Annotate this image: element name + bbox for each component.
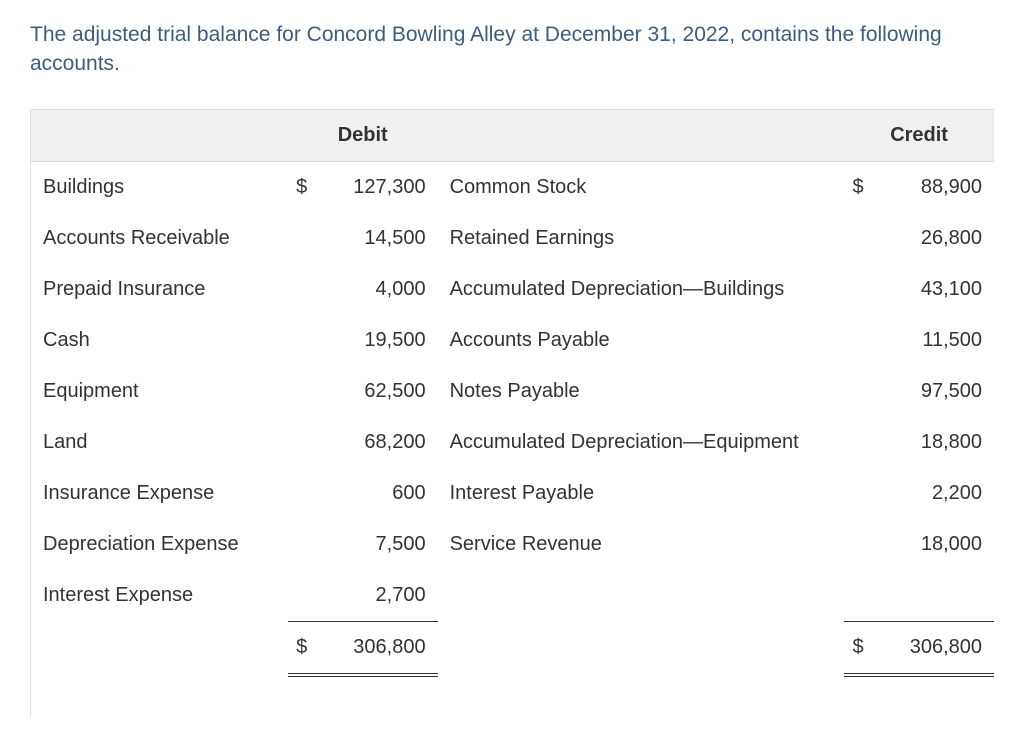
table-row: Insurance Expense 600 Interest Payable 2… [31,468,994,519]
credit-currency [844,213,865,264]
trial-balance-table-wrap: Debit Credit Buildings $ 127,300 Common … [30,109,994,717]
credit-account: Retained Earnings [438,213,845,264]
table-row: Land 68,200 Accumulated Depreciation—Equ… [31,417,994,468]
header-row: Debit Credit [31,109,994,161]
table-row: Prepaid Insurance 4,000 Accumulated Depr… [31,264,994,315]
debit-currency [288,519,309,570]
debit-account: Prepaid Insurance [31,264,288,315]
table-row: Equipment 62,500 Notes Payable 97,500 [31,366,994,417]
debit-account: Equipment [31,366,288,417]
credit-account: Interest Payable [438,468,845,519]
credit-account: Accumulated Depreciation—Equipment [438,417,845,468]
totals-blank-2 [438,621,845,675]
credit-currency [844,519,865,570]
debit-account: Insurance Expense [31,468,288,519]
table-row: Cash 19,500 Accounts Payable 11,500 [31,315,994,366]
credit-total-currency: $ [844,621,865,675]
debit-amount: 19,500 [309,315,437,366]
debit-account: Accounts Receivable [31,213,288,264]
credit-account: Notes Payable [438,366,845,417]
totals-row: $ 306,800 $ 306,800 [31,621,994,675]
table-row: Interest Expense 2,700 [31,570,994,622]
debit-amount: 14,500 [309,213,437,264]
credit-currency [844,417,865,468]
credit-currency [844,264,865,315]
debit-amount: 62,500 [309,366,437,417]
debit-currency [288,366,309,417]
table-row: Depreciation Expense 7,500 Service Reven… [31,519,994,570]
table-row: Buildings $ 127,300 Common Stock $ 88,90… [31,161,994,213]
debit-account: Depreciation Expense [31,519,288,570]
credit-currency [844,366,865,417]
debit-total-currency: $ [288,621,309,675]
debit-account: Interest Expense [31,570,288,622]
debit-total-amount: 306,800 [309,621,437,675]
header-debit: Debit [288,109,438,161]
credit-amount [866,570,994,622]
header-blank-2 [438,109,845,161]
debit-account: Buildings [31,161,288,213]
credit-amount: 43,100 [866,264,994,315]
debit-amount: 7,500 [309,519,437,570]
debit-account: Cash [31,315,288,366]
totals-blank [31,621,288,675]
debit-currency [288,570,309,622]
credit-total-amount: 306,800 [866,621,994,675]
debit-currency [288,417,309,468]
debit-amount: 2,700 [309,570,437,622]
table-row: Accounts Receivable 14,500 Retained Earn… [31,213,994,264]
credit-account: Service Revenue [438,519,845,570]
credit-amount: 11,500 [866,315,994,366]
trial-balance-table: Debit Credit Buildings $ 127,300 Common … [31,109,994,677]
header-blank-1 [31,109,288,161]
debit-amount: 127,300 [309,161,437,213]
debit-amount: 4,000 [309,264,437,315]
debit-amount: 68,200 [309,417,437,468]
credit-amount: 88,900 [866,161,994,213]
debit-currency [288,315,309,366]
debit-currency [288,468,309,519]
credit-currency [844,570,865,622]
credit-amount: 2,200 [866,468,994,519]
debit-currency [288,213,309,264]
debit-currency [288,264,309,315]
credit-amount: 18,000 [866,519,994,570]
table-body: Buildings $ 127,300 Common Stock $ 88,90… [31,161,994,675]
credit-account [438,570,845,622]
credit-account: Common Stock [438,161,845,213]
credit-currency [844,468,865,519]
credit-account: Accounts Payable [438,315,845,366]
credit-amount: 18,800 [866,417,994,468]
credit-currency: $ [844,161,865,213]
credit-account: Accumulated Depreciation—Buildings [438,264,845,315]
credit-amount: 26,800 [866,213,994,264]
credit-currency [844,315,865,366]
header-credit: Credit [844,109,994,161]
debit-account: Land [31,417,288,468]
credit-amount: 97,500 [866,366,994,417]
debit-amount: 600 [309,468,437,519]
debit-currency: $ [288,161,309,213]
intro-text: The adjusted trial balance for Concord B… [30,20,994,79]
